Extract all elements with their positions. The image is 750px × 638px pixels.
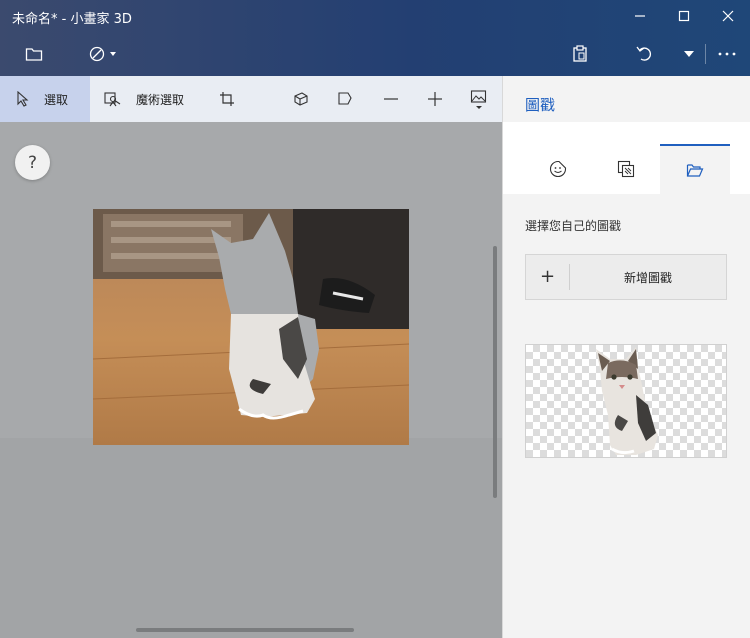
maximize-button[interactable] bbox=[662, 0, 706, 32]
paste-button[interactable] bbox=[562, 36, 598, 72]
header-divider bbox=[705, 44, 706, 64]
maximize-icon bbox=[678, 10, 690, 22]
canvas-ground bbox=[0, 438, 502, 638]
folder-open-icon bbox=[686, 164, 704, 177]
panel-tabs bbox=[503, 122, 750, 194]
more-options-button[interactable] bbox=[710, 36, 744, 72]
image-icon bbox=[470, 90, 487, 109]
zoom-in-icon bbox=[428, 92, 442, 106]
zoom-out-icon bbox=[384, 98, 398, 100]
horizontal-scrollbar[interactable] bbox=[136, 628, 354, 632]
zoom-out-button[interactable] bbox=[376, 76, 406, 122]
magic-select-icon bbox=[104, 92, 121, 107]
close-icon bbox=[722, 10, 734, 22]
flag-icon bbox=[338, 92, 352, 105]
undo-button[interactable] bbox=[626, 36, 662, 72]
3d-view-icon bbox=[294, 92, 308, 106]
cat-sticker-image bbox=[596, 347, 658, 455]
vertical-scrollbar[interactable] bbox=[493, 246, 497, 498]
paste-icon bbox=[573, 45, 587, 62]
select-tool[interactable]: 選取 bbox=[0, 76, 90, 122]
menu-button[interactable] bbox=[16, 36, 52, 72]
undo-icon bbox=[636, 46, 652, 61]
canvas-toolbar: 選取 魔術選取 bbox=[0, 76, 502, 122]
more-icon bbox=[718, 52, 736, 56]
minimize-icon bbox=[635, 15, 645, 17]
flag-tool[interactable] bbox=[330, 76, 360, 122]
brushes-button[interactable] bbox=[82, 36, 124, 72]
close-button[interactable] bbox=[706, 0, 750, 32]
image-options-button[interactable] bbox=[464, 76, 494, 122]
title-header-band: 未命名* - 小畫家 3D bbox=[0, 0, 750, 76]
crop-icon bbox=[220, 92, 234, 106]
brush-icon bbox=[89, 46, 116, 62]
magic-select-tool[interactable]: 魔術選取 bbox=[104, 76, 200, 122]
minimize-button[interactable] bbox=[618, 0, 662, 32]
tab-custom-stickers[interactable] bbox=[660, 144, 730, 194]
history-dropdown-button[interactable] bbox=[676, 36, 702, 72]
crop-tool[interactable] bbox=[212, 76, 242, 122]
tab-stickers[interactable] bbox=[523, 144, 593, 194]
chevron-down-icon bbox=[684, 51, 694, 57]
new-sticker-label: 新增圖戳 bbox=[623, 270, 672, 285]
canvas-area[interactable]: ? bbox=[0, 122, 502, 638]
texture-icon bbox=[617, 160, 635, 178]
folder-icon bbox=[25, 48, 43, 61]
canvas-photo[interactable] bbox=[93, 209, 409, 445]
choose-own-stickers-label: 選擇您自己的圖戳 bbox=[525, 219, 622, 233]
help-label: ? bbox=[27, 152, 38, 173]
custom-sticker-item[interactable] bbox=[525, 344, 727, 458]
plus-icon: + bbox=[526, 264, 570, 290]
magic-select-tool-label: 魔術選取 bbox=[136, 92, 185, 107]
window-title: 未命名* - 小畫家 3D bbox=[12, 12, 132, 27]
zoom-in-button[interactable] bbox=[420, 76, 450, 122]
select-tool-label: 選取 bbox=[44, 92, 69, 107]
select-arrow-icon bbox=[17, 91, 29, 107]
panel-title: 圖戳 bbox=[525, 96, 556, 114]
tab-textures[interactable] bbox=[591, 144, 661, 194]
3d-view-tool[interactable] bbox=[286, 76, 316, 122]
help-button[interactable]: ? bbox=[15, 145, 50, 180]
stickers-panel: 圖戳 選擇您自己的圖戳 + 新增圖戳 bbox=[502, 76, 750, 638]
sticker-emoji-icon bbox=[549, 160, 567, 178]
new-sticker-button[interactable]: + 新增圖戳 bbox=[525, 254, 727, 300]
